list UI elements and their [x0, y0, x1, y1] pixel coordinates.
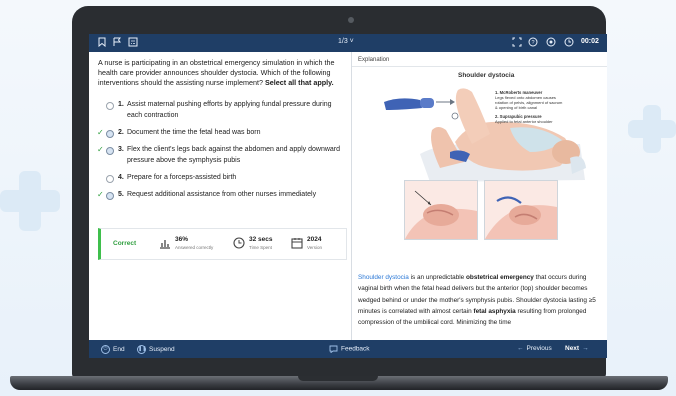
clock-icon	[563, 37, 575, 49]
next-button[interactable]: Next →	[565, 345, 589, 352]
background-decoration	[643, 105, 661, 153]
app-screen: 1/3 ˅ ? 00:02 A nurse is participating i…	[89, 34, 607, 358]
stat-label: Answered correctly	[175, 245, 214, 250]
answer-option-1[interactable]: 1. Assist maternal pushing efforts by ap…	[93, 100, 343, 122]
suspend-label: Suspend	[149, 346, 175, 354]
body-bold-segment: obstetrical emergency	[466, 274, 534, 281]
svg-text:?: ?	[531, 40, 534, 46]
pause-icon: ❚❚	[137, 345, 147, 354]
answer-option-4[interactable]: 4. Prepare for a forceps-assisted birth	[93, 173, 343, 184]
power-icon: ⏻	[101, 345, 110, 354]
inset-diagram-left	[404, 180, 478, 240]
suspend-button[interactable]: ❚❚ Suspend	[137, 345, 175, 354]
help-icon[interactable]: ?	[527, 37, 539, 49]
laptop-notch	[298, 376, 378, 381]
explanation-label: Explanation	[358, 57, 390, 63]
body-text-segment: is an unpredictable	[408, 274, 467, 281]
option-number: 5.	[118, 191, 124, 198]
answer-option-2[interactable]: ✓ 2. Document the time the fetal head wa…	[93, 128, 343, 139]
flag-icon[interactable]	[111, 37, 123, 49]
answer-option-3[interactable]: ✓ 3. Flex the client's legs back against…	[93, 145, 343, 167]
option-checkbox[interactable]	[106, 147, 114, 155]
correct-check-icon: ✓	[97, 145, 104, 154]
inset-diagram-right	[484, 180, 558, 240]
explanation-pane: Explanation Shoulder dystocia 1. McRober…	[352, 52, 607, 340]
question-instruction: Select all that apply.	[265, 78, 334, 87]
end-label: End	[113, 346, 125, 354]
stat-label: Time Spent	[249, 245, 272, 250]
answer-option-5[interactable]: ✓ 5. Request additional assistance from …	[93, 190, 343, 201]
option-checkbox[interactable]	[106, 192, 114, 200]
stat-value: 36%	[175, 236, 189, 243]
option-text: Flex the client's legs back against the …	[127, 146, 341, 164]
option-number: 3.	[118, 146, 124, 153]
option-number: 4.	[118, 174, 124, 181]
term-link[interactable]: Shoulder dystocia	[358, 274, 409, 281]
bottom-toolbar: ⏻ End ❚❚ Suspend Feedback ← Previous Next →	[89, 340, 607, 358]
stat-value: 2024	[307, 236, 322, 243]
option-checkbox[interactable]	[106, 102, 114, 110]
option-text: Prepare for a forceps-assisted birth	[127, 174, 237, 181]
calendar-icon	[291, 237, 303, 249]
result-panel: Correct 36% Answered correctly 32 secs T…	[98, 228, 347, 260]
clock-icon	[233, 237, 245, 249]
explanation-divider	[352, 66, 607, 67]
correct-check-icon: ✓	[97, 190, 104, 199]
timer-display: 00:02	[581, 38, 599, 45]
bar-chart-icon	[159, 237, 171, 249]
option-text: Document the time the fetal head was bor…	[127, 129, 261, 136]
annotation-line: Applied to fetal anterior shoulder	[495, 119, 553, 124]
end-button[interactable]: ⏻ End	[101, 345, 125, 354]
bookmark-icon[interactable]	[96, 37, 108, 49]
background-decoration	[19, 171, 41, 231]
correct-check-icon: ✓	[97, 128, 104, 137]
previous-button[interactable]: ← Previous	[517, 345, 552, 352]
page-indicator[interactable]: 1/3 ˅	[338, 38, 354, 45]
annotation-line: & opening of birth canal	[495, 105, 538, 110]
laptop-camera	[348, 17, 354, 23]
question-pane: A nurse is participating in an obstetric…	[89, 52, 351, 340]
feedback-icon	[329, 345, 338, 354]
option-number: 2.	[118, 129, 124, 136]
figure-title: Shoulder dystocia	[458, 72, 515, 79]
figure-annotation-2: 2. Suprapubic pressure Applied to fetal …	[495, 114, 605, 124]
calculator-icon[interactable]	[127, 37, 139, 49]
figure-annotation-1: 1. McRoberts maneuver Legs flexed onto a…	[495, 90, 605, 110]
settings-icon[interactable]	[545, 37, 557, 49]
arrow-left-icon: ←	[517, 345, 524, 352]
option-checkbox[interactable]	[106, 175, 114, 183]
previous-label: Previous	[526, 345, 552, 352]
arrow-right-icon: →	[582, 345, 589, 352]
option-number: 1.	[118, 101, 124, 108]
feedback-label: Feedback	[341, 345, 370, 353]
result-status: Correct	[113, 240, 137, 247]
next-label: Next	[565, 345, 580, 352]
fullscreen-icon[interactable]	[511, 37, 523, 49]
option-checkbox[interactable]	[106, 130, 114, 138]
question-stem: A nurse is participating in an obstetric…	[98, 58, 346, 88]
stat-value: 32 secs	[249, 236, 273, 243]
explanation-body: Shoulder dystocia is an unpredictable ob…	[358, 272, 602, 328]
stat-label: Version	[307, 245, 323, 250]
body-bold-segment: fetal asphyxia	[473, 307, 516, 315]
option-text: Assist maternal pushing efforts by apply…	[127, 101, 332, 119]
feedback-button[interactable]: Feedback	[329, 345, 370, 354]
top-toolbar: 1/3 ˅ ? 00:02	[89, 34, 607, 52]
option-text: Request additional assistance from other…	[127, 191, 317, 198]
